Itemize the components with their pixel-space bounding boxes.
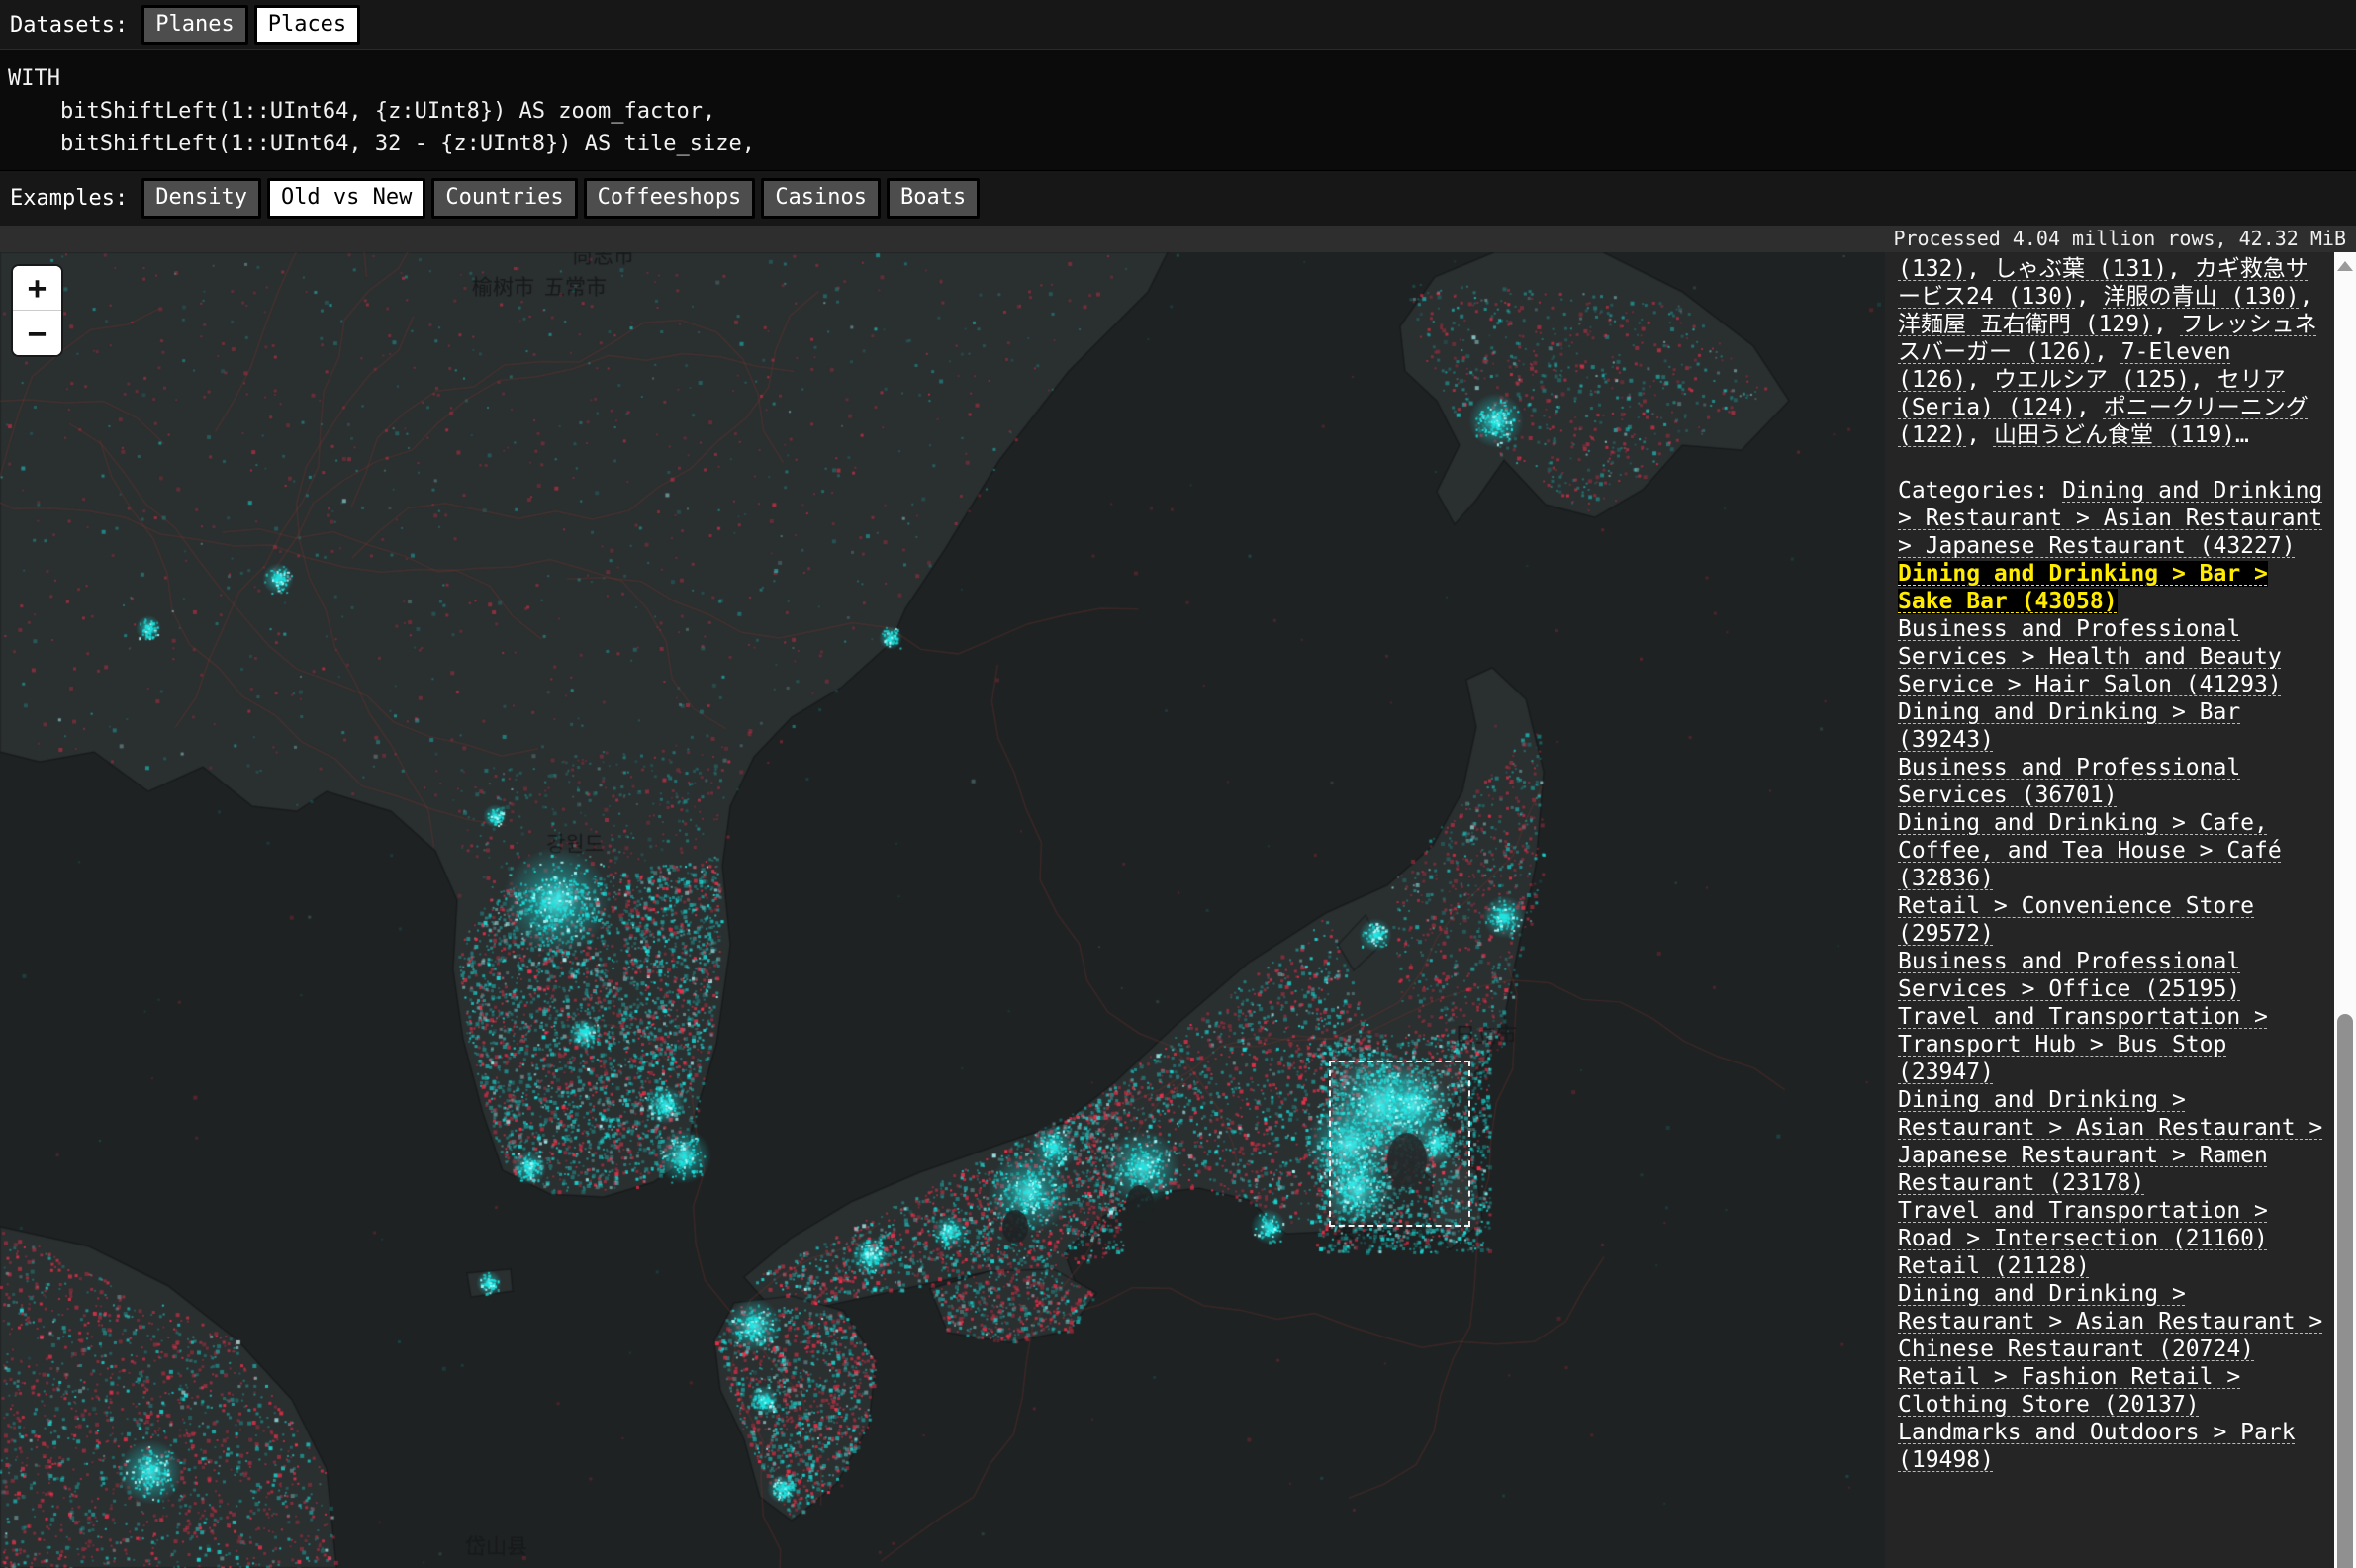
category-link[interactable]: Retail > Convenience Store (29572): [1898, 893, 2254, 947]
sql-editor[interactable]: WITH bitShiftLeft(1::UInt64, {z:UInt8}) …: [0, 49, 2356, 170]
examples-bar: Examples: DensityOld vs NewCountriesCoff…: [0, 170, 2356, 226]
category-link[interactable]: Business and Professional Services (3670…: [1898, 755, 2240, 808]
example-button-coffeeshops[interactable]: Coffeeshops: [584, 178, 756, 218]
category-link[interactable]: Business and Professional Services > Hea…: [1898, 616, 2282, 697]
category-link[interactable]: Dining and Drinking > Restaurant > Asian…: [1898, 1087, 2322, 1196]
status-strip: Processed 4.04 million rows, 42.32 MiB: [0, 226, 2356, 252]
datasets-buttons: PlanesPlaces: [141, 5, 366, 45]
category-link[interactable]: Dining and Drinking > Bar (39243): [1898, 699, 2240, 753]
example-button-density[interactable]: Density: [141, 178, 261, 218]
brand-link[interactable]: ウエルシア (125): [1994, 367, 2190, 393]
map-selection-rect[interactable]: [1329, 1061, 1470, 1227]
scrollbar-thumb[interactable]: [2337, 1014, 2353, 1568]
examples-label: Examples:: [10, 186, 128, 211]
category-link[interactable]: Retail > Fashion Retail > Clothing Store…: [1898, 1364, 2240, 1418]
brand-link[interactable]: しゃぶ葉 (131): [1994, 256, 2167, 282]
processed-rows-status: Processed 4.04 million rows, 42.32 MiB: [1893, 227, 2346, 250]
zoom-in-button[interactable]: +: [13, 266, 61, 311]
category-link[interactable]: Travel and Transportation > Transport Hu…: [1898, 1004, 2268, 1085]
brand-link[interactable]: 山田うどん食堂 (119): [1994, 422, 2235, 448]
example-button-casinos[interactable]: Casinos: [761, 178, 881, 218]
examples-buttons: DensityOld vs NewCountriesCoffeeshopsCas…: [141, 178, 986, 218]
zoom-out-button[interactable]: −: [13, 311, 61, 355]
category-link[interactable]: Retail (21128): [1898, 1253, 2090, 1279]
category-link[interactable]: Dining and Drinking > Cafe, Coffee, and …: [1898, 810, 2282, 891]
datasets-label: Datasets:: [10, 13, 128, 38]
datasets-bar: Datasets: PlanesPlaces: [0, 0, 2356, 49]
category-link[interactable]: Landmarks and Outdoors > Park (19498): [1898, 1420, 2296, 1473]
brand-link[interactable]: 洋麺屋 五右衛門 (129): [1898, 312, 2153, 337]
scrollbar-up-arrow-icon[interactable]: [2337, 261, 2353, 271]
top-names-list: (132), しゃぶ葉 (131), カギ救急サービス24 (130), 洋服の…: [1898, 255, 2324, 449]
example-button-countries[interactable]: Countries: [431, 178, 577, 218]
category-link[interactable]: Business and Professional Services > Off…: [1898, 949, 2240, 1002]
category-link[interactable]: Dining and Drinking > Bar > Sake Bar (43…: [1898, 561, 2268, 614]
brand-link[interactable]: 洋服の青山 (130): [2103, 284, 2299, 310]
page-scrollbar[interactable]: [2334, 252, 2356, 1568]
main-area: + − (132), しゃぶ葉 (131), カギ救急サービス24 (130),…: [0, 252, 2356, 1568]
category-link[interactable]: Dining and Drinking > Restaurant > Asian…: [1898, 1281, 2322, 1362]
dataset-button-places[interactable]: Places: [254, 5, 360, 45]
category-link[interactable]: Travel and Transportation > Road > Inter…: [1898, 1198, 2268, 1251]
stats-sidebar: (132), しゃぶ葉 (131), カギ救急サービス24 (130), 洋服の…: [1885, 252, 2334, 1568]
example-button-old-vs-new[interactable]: Old vs New: [267, 178, 425, 218]
map[interactable]: + −: [0, 252, 1885, 1568]
dataset-button-planes[interactable]: Planes: [141, 5, 247, 45]
app: Datasets: PlanesPlaces WITH bitShiftLeft…: [0, 0, 2356, 1568]
example-button-boats[interactable]: Boats: [887, 178, 980, 218]
map-canvas[interactable]: [0, 252, 1885, 1568]
categories-list: Categories: Dining and Drinking > Restau…: [1898, 477, 2324, 1474]
brand-link[interactable]: (132): [1898, 256, 1966, 282]
categories-label: Categories:: [1898, 478, 2062, 504]
map-zoom-control: + −: [13, 266, 61, 355]
sql-query[interactable]: WITH bitShiftLeft(1::UInt64, {z:UInt8}) …: [8, 62, 2344, 160]
